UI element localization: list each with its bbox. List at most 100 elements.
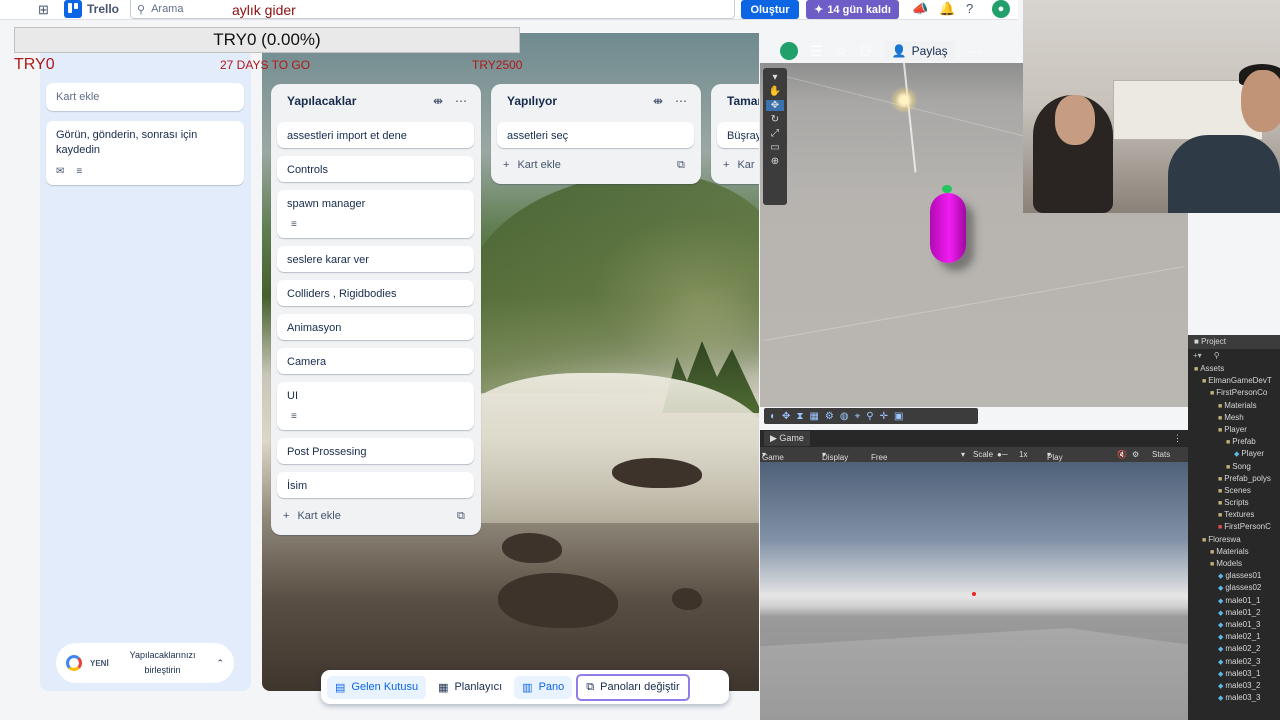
pivot-icon[interactable]: ⌖ bbox=[855, 411, 861, 422]
inbox-hint-card[interactable]: Görün, gönderin, sonrası için kaydedin ✉… bbox=[46, 121, 244, 185]
axis-icon[interactable]: ✛ bbox=[880, 411, 888, 422]
tree-prefab[interactable]: male03_3 bbox=[1188, 692, 1280, 704]
create-button[interactable]: Oluştur bbox=[741, 0, 799, 19]
list-menu-icon[interactable]: ⋯ bbox=[675, 94, 687, 108]
collapse-icon[interactable]: ⇼ bbox=[653, 94, 663, 108]
tree-prefab[interactable]: male03_2 bbox=[1188, 680, 1280, 692]
visibility-icon[interactable]: ⚇ bbox=[859, 43, 872, 60]
star-icon[interactable]: ☆ bbox=[835, 43, 848, 60]
tree-folder[interactable]: Prefab_polys bbox=[1188, 473, 1280, 485]
collapse-icon[interactable]: ⇼ bbox=[433, 94, 443, 108]
tree-folder[interactable]: Mesh bbox=[1188, 412, 1280, 424]
layout-icon[interactable]: ▣ bbox=[894, 411, 903, 422]
scale-slider[interactable]: ●─ bbox=[997, 450, 1008, 459]
nav-board[interactable]: ▥ Pano bbox=[514, 675, 573, 699]
view-dropdown-icon[interactable]: ▾ bbox=[772, 72, 777, 83]
list-header[interactable]: Yapılıyor ⇼ ⋯ bbox=[491, 84, 701, 118]
trello-logo[interactable]: Trello bbox=[64, 0, 119, 18]
card[interactable]: spawn manager ≡ bbox=[277, 190, 474, 238]
hand-tool-icon[interactable]: ✋ bbox=[769, 86, 781, 97]
tree-prefab[interactable]: male02_2 bbox=[1188, 643, 1280, 655]
gizmos-icon[interactable]: ⚙ bbox=[1132, 450, 1139, 459]
add-card-button[interactable]: + Kart ekle bbox=[503, 159, 561, 171]
search-icon[interactable]: ⚲ bbox=[1214, 351, 1220, 361]
tree-prefab[interactable]: Player bbox=[1188, 448, 1280, 460]
filter-icon[interactable]: ☰ bbox=[810, 43, 823, 60]
card[interactable]: Büşray bbox=[717, 122, 759, 148]
merge-todos-banner[interactable]: YENİ Yapılacaklarınızı birleştirin ⌃ bbox=[56, 643, 234, 683]
board-menu-icon[interactable]: ⋯ bbox=[968, 43, 982, 60]
card[interactable]: seslere karar ver bbox=[277, 246, 474, 272]
share-button[interactable]: 👤 Paylaş bbox=[883, 41, 956, 61]
game-tab[interactable]: ▶ Game bbox=[764, 431, 810, 446]
card[interactable]: İsim bbox=[277, 472, 474, 498]
tree-folder[interactable]: Models bbox=[1188, 558, 1280, 570]
stats-button[interactable]: Stats bbox=[1152, 450, 1170, 459]
transform-tool-icon[interactable]: ⊕ bbox=[771, 156, 779, 167]
card[interactable]: assestleri import et dene bbox=[277, 122, 474, 148]
list-menu-icon[interactable]: ⋯ bbox=[455, 94, 467, 108]
display-dropdown[interactable]: Display 1 ▾ bbox=[822, 450, 848, 471]
help-icon[interactable]: ? bbox=[966, 1, 973, 16]
card[interactable]: Camera bbox=[277, 348, 474, 374]
bell-icon[interactable]: 🔔 bbox=[939, 1, 955, 17]
card[interactable]: Post Prossesing bbox=[277, 438, 474, 464]
tree-prefab[interactable]: male02_3 bbox=[1188, 656, 1280, 668]
card[interactable]: Colliders , Rigidbodies bbox=[277, 280, 474, 306]
move-icon[interactable]: ✥ bbox=[782, 411, 790, 422]
game-view[interactable] bbox=[760, 462, 1188, 720]
tree-folder[interactable]: Prefab bbox=[1188, 436, 1280, 448]
orbit-icon[interactable]: ◍ bbox=[840, 411, 849, 422]
add-asset-icon[interactable]: +▾ bbox=[1193, 351, 1202, 361]
member-avatar[interactable] bbox=[780, 42, 798, 60]
app-switcher-icon[interactable]: ⊞ bbox=[38, 2, 49, 18]
chevron-up-icon[interactable]: ⌃ bbox=[216, 658, 224, 669]
tree-prefab[interactable]: male01_1 bbox=[1188, 595, 1280, 607]
tree-folder[interactable]: Scripts bbox=[1188, 497, 1280, 509]
add-card-button[interactable]: + Kart ekle bbox=[283, 510, 341, 522]
template-icon[interactable]: ⧉ bbox=[457, 510, 465, 523]
move-tool-icon[interactable]: ✥ bbox=[766, 100, 784, 111]
tree-folder[interactable]: Assets bbox=[1188, 363, 1280, 375]
zoom-icon[interactable]: ⚲ bbox=[866, 411, 873, 422]
tree-folder[interactable]: ElmanGameDevT bbox=[1188, 375, 1280, 387]
snap-icon[interactable]: ⧗ bbox=[796, 411, 803, 422]
rotate-tool-icon[interactable]: ↻ bbox=[771, 114, 779, 125]
tree-folder[interactable]: Textures bbox=[1188, 509, 1280, 521]
template-icon[interactable]: ⧉ bbox=[677, 159, 685, 172]
mute-icon[interactable]: 🔇 bbox=[1117, 450, 1127, 459]
tree-folder[interactable]: Floreswa bbox=[1188, 534, 1280, 546]
megaphone-icon[interactable]: 📣 bbox=[912, 1, 928, 17]
aspect-chevron-icon[interactable]: ▾ bbox=[961, 450, 965, 459]
search-input[interactable]: ⚲ Arama bbox=[130, 0, 735, 19]
card[interactable]: UI ≡ bbox=[277, 382, 474, 430]
rect-tool-icon[interactable]: ▭ bbox=[770, 142, 779, 153]
tree-prefab[interactable]: male01_3 bbox=[1188, 619, 1280, 631]
gizmo-icon[interactable]: ⚙ bbox=[825, 411, 834, 422]
card[interactable]: Controls bbox=[277, 156, 474, 182]
nav-planner[interactable]: ▦ Planlayıcı bbox=[430, 676, 510, 699]
tree-prefab[interactable]: male03_1 bbox=[1188, 668, 1280, 680]
tree-prefab[interactable]: male01_2 bbox=[1188, 607, 1280, 619]
player-capsule[interactable] bbox=[930, 193, 966, 263]
tree-folder[interactable]: Materials bbox=[1188, 546, 1280, 558]
light-gizmo-icon[interactable] bbox=[890, 86, 918, 114]
add-card-button[interactable]: + Kar bbox=[723, 159, 755, 171]
tree-folder[interactable]: Scenes bbox=[1188, 485, 1280, 497]
orient-icon[interactable]: ◐ bbox=[770, 411, 776, 422]
project-tab[interactable]: ■ Project bbox=[1188, 335, 1280, 349]
trial-button[interactable]: ✦ 14 gün kaldı bbox=[806, 0, 899, 19]
tree-scene[interactable]: FirstPersonC bbox=[1188, 521, 1280, 533]
user-avatar[interactable]: ● bbox=[992, 0, 1010, 18]
tab-menu-icon[interactable]: ⋮ bbox=[1173, 433, 1188, 444]
nav-switch-boards[interactable]: ⧉ Panoları değiştir bbox=[576, 673, 690, 701]
tree-folder[interactable]: Player bbox=[1188, 424, 1280, 436]
list-header[interactable]: Taman bbox=[711, 84, 759, 118]
list-header[interactable]: Yapılacaklar ⇼ ⋯ bbox=[271, 84, 481, 118]
game-mode-dropdown[interactable]: Game ▾ bbox=[762, 450, 784, 462]
card[interactable]: Animasyon bbox=[277, 314, 474, 340]
play-mode-dropdown[interactable]: Play Focused ▾ bbox=[1047, 450, 1078, 471]
tree-prefab[interactable]: male02_1 bbox=[1188, 631, 1280, 643]
tree-folder[interactable]: FirstPersonCo bbox=[1188, 387, 1280, 399]
card[interactable]: assetleri seç bbox=[497, 122, 694, 148]
